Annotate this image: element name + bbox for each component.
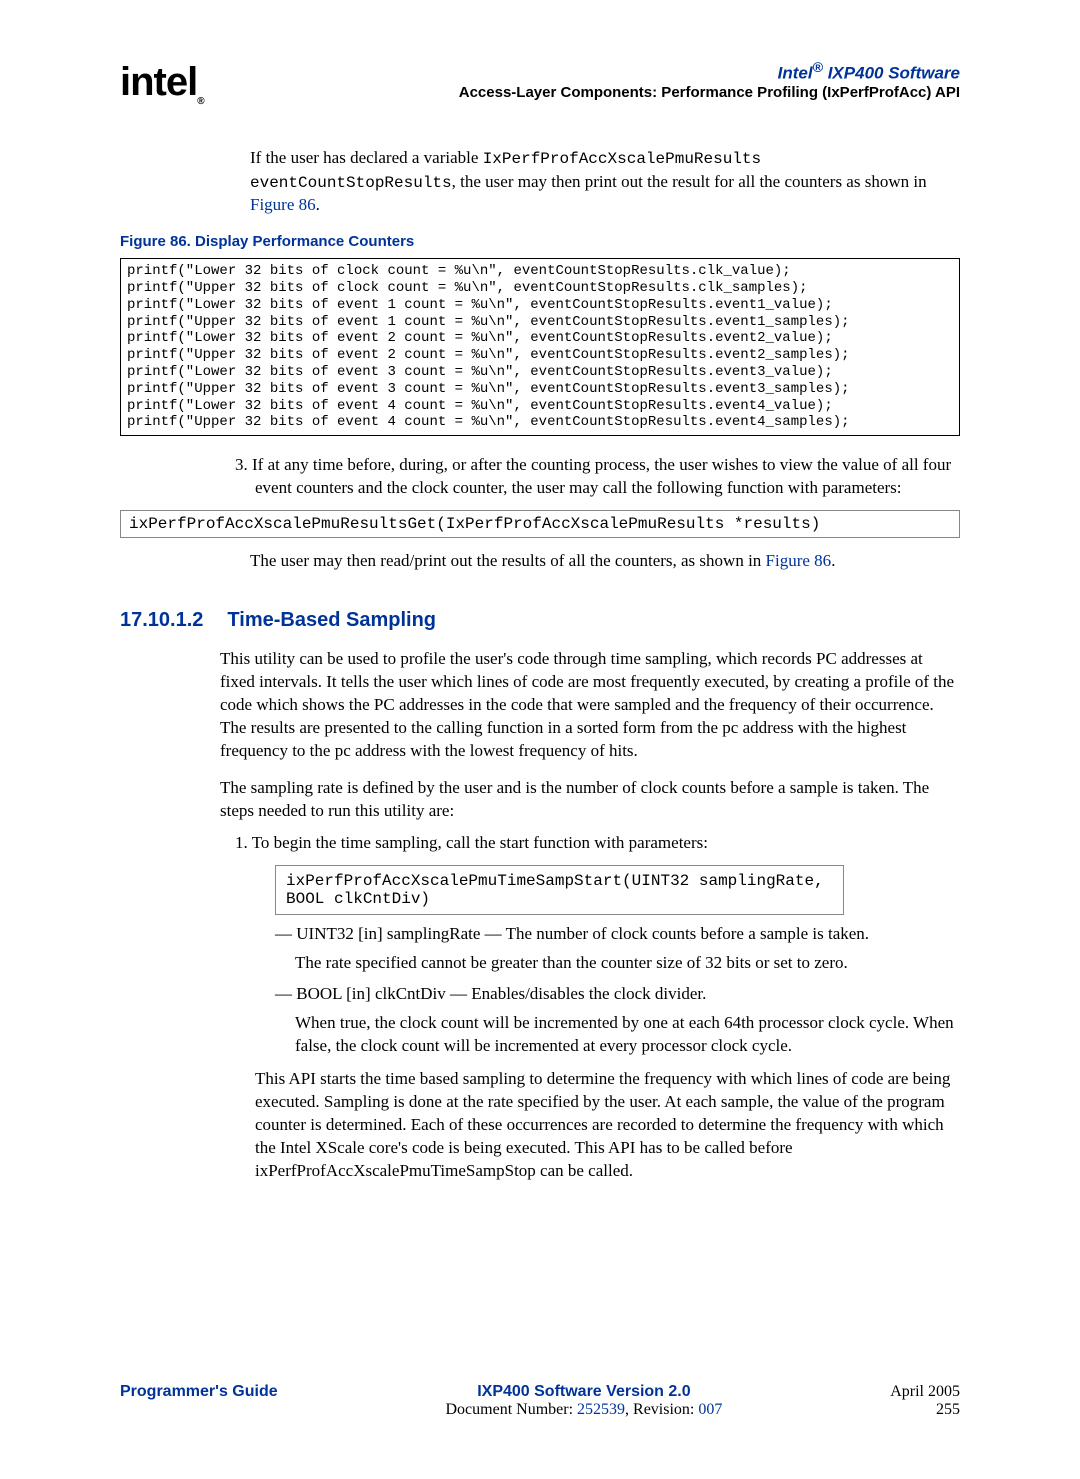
logo-text: intel (120, 60, 197, 104)
footer-left: Programmer's Guide (120, 1383, 278, 1419)
footer-version: IXP400 Software Version 2.0 (445, 1383, 722, 1401)
step-1: 1. To begin the time sampling, call the … (235, 832, 960, 855)
doc-number-link[interactable]: 252539 (577, 1401, 625, 1418)
header-subtitle: Access-Layer Components: Performance Pro… (459, 84, 960, 101)
code-inline-results-get: ixPerfProfAccXscalePmuResultsGet(IxPerfP… (120, 510, 960, 538)
section-heading: 17.10.1.2 Time-Based Sampling (120, 609, 960, 632)
intro-paragraph: If the user has declared a variable IxPe… (250, 147, 960, 217)
footer-center: IXP400 Software Version 2.0 Document Num… (445, 1383, 722, 1419)
figure-link[interactable]: Figure 86 (250, 195, 316, 214)
code-block-printf: printf("Lower 32 bits of clock count = %… (120, 258, 960, 436)
tbs-paragraph-3: This API starts the time based sampling … (255, 1068, 960, 1183)
footer-page: 255 (890, 1401, 960, 1419)
header-title: Intel® IXP400 Software (459, 60, 960, 84)
page-header: intel® Intel® IXP400 Software Access-Lay… (120, 60, 960, 107)
section-title: Time-Based Sampling (227, 609, 436, 631)
page-footer: Programmer's Guide IXP400 Software Versi… (120, 1383, 960, 1419)
tbs-paragraph-2: The sampling rate is defined by the user… (220, 777, 960, 823)
figure-link-2[interactable]: Figure 86 (766, 551, 832, 570)
section-number: 17.10.1.2 (120, 609, 203, 631)
after-code-text: The user may then read/print out the res… (250, 550, 960, 573)
bullet-clkcntdiv: — BOOL [in] clkCntDiv — Enables/disables… (275, 983, 960, 1006)
footer-date: April 2005 (890, 1383, 960, 1401)
footer-right: April 2005 255 (890, 1383, 960, 1419)
figure-caption: Figure 86. Display Performance Counters (120, 233, 960, 250)
bullet-sampling-rate: — UINT32 [in] samplingRate — The number … (275, 923, 960, 946)
intel-logo: intel® (120, 60, 204, 107)
bullet-clkcntdiv-desc: When true, the clock count will be incre… (295, 1012, 960, 1058)
list-item-3: 3. If at any time before, during, or aft… (235, 454, 960, 500)
header-right: Intel® IXP400 Software Access-Layer Comp… (459, 60, 960, 101)
bullet-sampling-rate-desc: The rate specified cannot be greater tha… (295, 952, 960, 975)
footer-docinfo: Document Number: 252539, Revision: 007 (445, 1401, 722, 1419)
logo-reg: ® (197, 96, 203, 107)
revision-link[interactable]: 007 (698, 1401, 722, 1418)
code-inline-time-samp-start: ixPerfProfAccXscalePmuTimeSampStart(UINT… (275, 865, 844, 915)
tbs-paragraph-1: This utility can be used to profile the … (220, 648, 960, 763)
